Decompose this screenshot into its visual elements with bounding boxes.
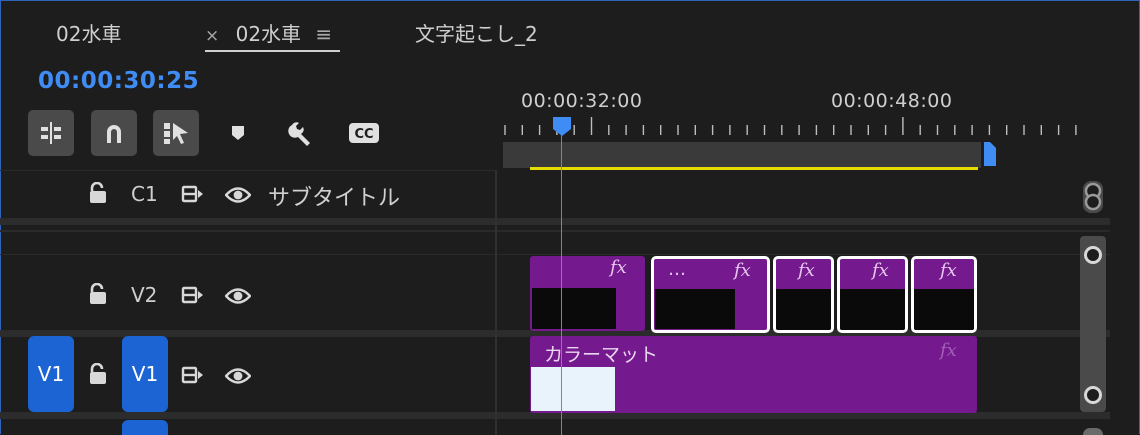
sync-track-icon[interactable] <box>181 184 205 208</box>
scrollbar-lower[interactable] <box>1083 428 1103 435</box>
active-tab-underline <box>205 50 340 52</box>
tab-label: 02水車 <box>235 22 302 46</box>
tab-sequence-1[interactable]: 02水車 <box>56 18 121 47</box>
ruler-time-label: 00:00:32:00 <box>521 90 643 112</box>
linked-selection-icon[interactable] <box>153 110 199 156</box>
track-separator <box>0 254 1110 255</box>
time-ruler-ticks[interactable] <box>500 115 1090 139</box>
clip-name-truncated: … <box>668 259 686 280</box>
ruler-time-label: 00:00:48:00 <box>831 90 953 112</box>
track-separator <box>0 218 1110 225</box>
add-marker-icon[interactable] <box>218 110 258 156</box>
work-area-end-handle[interactable] <box>984 142 996 166</box>
work-area-bar[interactable] <box>503 142 981 168</box>
sync-track-icon[interactable] <box>181 365 205 389</box>
track-target-v1[interactable]: V1 <box>122 336 168 412</box>
tab-label: 02水車 <box>56 22 122 46</box>
eye-icon[interactable] <box>224 367 252 389</box>
scrollbar-bottom-handle[interactable] <box>1084 386 1102 404</box>
fx-badge: fx <box>798 260 815 281</box>
track-id-c1[interactable]: C1 <box>131 182 158 206</box>
track-name-subtitle: サブタイトル <box>268 186 401 211</box>
track-header-divider <box>495 170 497 435</box>
playhead-line[interactable] <box>561 132 562 435</box>
clip-v2-1[interactable]: fx <box>530 256 645 331</box>
clip-v2-3[interactable]: fx <box>773 256 834 333</box>
fx-badge: fx <box>610 257 627 278</box>
lock-icon[interactable] <box>88 282 108 309</box>
lock-icon[interactable] <box>88 181 108 208</box>
tab-close-icon[interactable]: × <box>205 26 219 46</box>
tab-transcript[interactable]: 文字起こし_2 <box>415 18 538 47</box>
panel-menu-icon[interactable]: ≡ <box>315 22 332 46</box>
snap-magnet-icon[interactable] <box>91 110 137 156</box>
playhead-handle[interactable] <box>551 115 573 137</box>
work-area-range[interactable] <box>530 167 978 170</box>
clip-v2-2[interactable]: … fx <box>651 256 770 333</box>
eye-icon[interactable] <box>224 186 252 208</box>
svg-text:CC: CC <box>354 127 373 142</box>
fx-badge: fx <box>872 260 889 281</box>
scrollbar-top-handle[interactable] <box>1084 246 1102 264</box>
tab-label: 文字起こし_2 <box>415 22 538 46</box>
clip-v2-4[interactable]: fx <box>837 256 908 333</box>
fx-badge: fx <box>940 340 957 361</box>
tab-sequence-2-active[interactable]: × 02水車 ≡ <box>205 18 332 47</box>
playhead-timecode[interactable]: 00:00:30:25 <box>38 68 199 94</box>
clip-v2-5[interactable]: fx <box>911 256 977 333</box>
sync-track-icon[interactable] <box>181 285 205 309</box>
clip-v1-color-matte[interactable]: カラーマット fx <box>530 336 977 413</box>
track-separator <box>0 170 495 171</box>
eye-icon[interactable] <box>224 287 252 309</box>
lock-icon[interactable] <box>88 362 108 389</box>
track-separator <box>0 230 1110 232</box>
source-patch-v1[interactable]: V1 <box>28 336 74 412</box>
closed-captions-icon[interactable]: CC <box>344 110 384 156</box>
fx-badge: fx <box>734 260 751 281</box>
fx-badge: fx <box>940 260 957 281</box>
track-target-v-lower[interactable] <box>122 420 168 435</box>
wrench-settings-icon[interactable] <box>281 110 321 156</box>
track-separator <box>0 412 1110 419</box>
insert-edit-icon[interactable] <box>28 110 74 156</box>
track-scroll-knob-icon[interactable] <box>1082 180 1104 218</box>
clip-thumbnail <box>531 367 615 411</box>
track-id-v2[interactable]: V2 <box>131 283 157 307</box>
